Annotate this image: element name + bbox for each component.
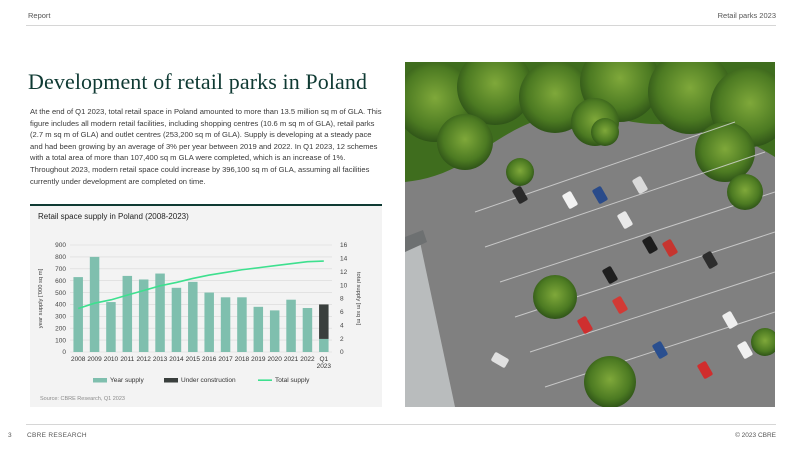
bar-year-supply — [269, 310, 280, 352]
x-tick-label: 2009 — [87, 356, 102, 363]
page-number: 3 — [8, 432, 12, 439]
x-tick-label: 2013 — [153, 356, 168, 363]
x-tick-label: Q1 — [319, 356, 328, 363]
bar-year-supply — [253, 306, 264, 352]
y-tick-left: 900 — [55, 242, 66, 249]
legend-label: Year supply — [110, 377, 144, 384]
y-tick-right: 16 — [340, 242, 348, 249]
page-title: Development of retail parks in Poland — [28, 69, 368, 94]
y-tick-left: 500 — [55, 290, 66, 297]
legend-swatch — [93, 378, 107, 383]
y-tick-right: 8 — [340, 296, 344, 303]
header-report-title: Retail parks 2023 — [717, 11, 776, 20]
y-tick-right: 6 — [340, 309, 344, 316]
x-tick-label: 2014 — [169, 356, 184, 363]
footer-copyright: © 2023 CBRE — [735, 432, 776, 439]
bar-year-supply — [171, 287, 182, 352]
legend-label: Under construction — [181, 377, 236, 384]
bar-year-supply — [106, 302, 116, 352]
x-tick-label: 2017 — [218, 356, 233, 363]
x-tick-label: 2016 — [202, 356, 217, 363]
x-tick-label: 2019 — [251, 356, 266, 363]
y-tick-left: 0 — [62, 349, 66, 356]
y-axis-label-left: year supply ['000 sq m] — [38, 268, 44, 328]
y-tick-right: 0 — [340, 349, 344, 356]
header-report-label: Report — [28, 11, 51, 20]
bar-year-supply — [188, 281, 198, 352]
x-tick-label: 2008 — [71, 356, 86, 363]
x-tick-label: 2015 — [186, 356, 201, 363]
x-tick-label: 2011 — [120, 356, 134, 363]
x-tick-label: 2023 — [317, 363, 332, 370]
bar-year-supply — [302, 308, 313, 352]
y-tick-right: 2 — [340, 336, 344, 343]
y-tick-left: 400 — [55, 302, 66, 309]
bar-year-supply — [220, 297, 231, 352]
x-tick-label: 2018 — [235, 356, 250, 363]
y-tick-left: 800 — [55, 254, 66, 261]
y-tick-left: 200 — [55, 325, 66, 332]
retail-park-aerial-photo — [405, 62, 775, 407]
intro-paragraph: At the end of Q1 2023, total retail spac… — [30, 107, 382, 186]
chart-source: Source: CBRE Research, Q1 2023 — [40, 396, 125, 402]
bar-year-supply — [286, 299, 296, 352]
y-tick-left: 600 — [55, 278, 66, 285]
bar-under-construction — [319, 304, 329, 339]
footer-brand: CBRE RESEARCH — [27, 432, 87, 439]
x-tick-label: 2021 — [284, 356, 299, 363]
legend-label: Total supply — [275, 377, 310, 384]
x-tick-label: 2012 — [136, 356, 151, 363]
x-tick-label: 2010 — [104, 356, 119, 363]
y-tick-left: 700 — [55, 266, 66, 273]
y-tick-right: 10 — [340, 282, 348, 289]
legend-swatch — [164, 378, 178, 383]
bar-year-supply — [204, 292, 214, 352]
bar-year-supply — [319, 338, 329, 352]
y-tick-right: 12 — [340, 269, 348, 276]
y-tick-right: 14 — [340, 256, 348, 263]
y-tick-right: 4 — [340, 322, 344, 329]
y-tick-left: 300 — [55, 314, 66, 321]
chart-panel: Retail space supply in Poland (2008-2023… — [30, 204, 382, 407]
header-divider — [26, 25, 776, 26]
x-tick-label: 2022 — [300, 356, 315, 363]
x-tick-label: 2020 — [267, 356, 282, 363]
bar-year-supply — [122, 275, 133, 352]
supply-chart: 0 100 200 300 400 500 600 700 800 900 0 2 4 6 8 10 12 14 1… — [38, 242, 361, 384]
footer-divider — [26, 424, 776, 425]
y-tick-left: 100 — [55, 337, 66, 344]
bar-year-supply — [237, 297, 247, 352]
y-axis-label-right: total supply [m sq m] — [355, 272, 361, 326]
bar-year-supply — [73, 277, 83, 352]
